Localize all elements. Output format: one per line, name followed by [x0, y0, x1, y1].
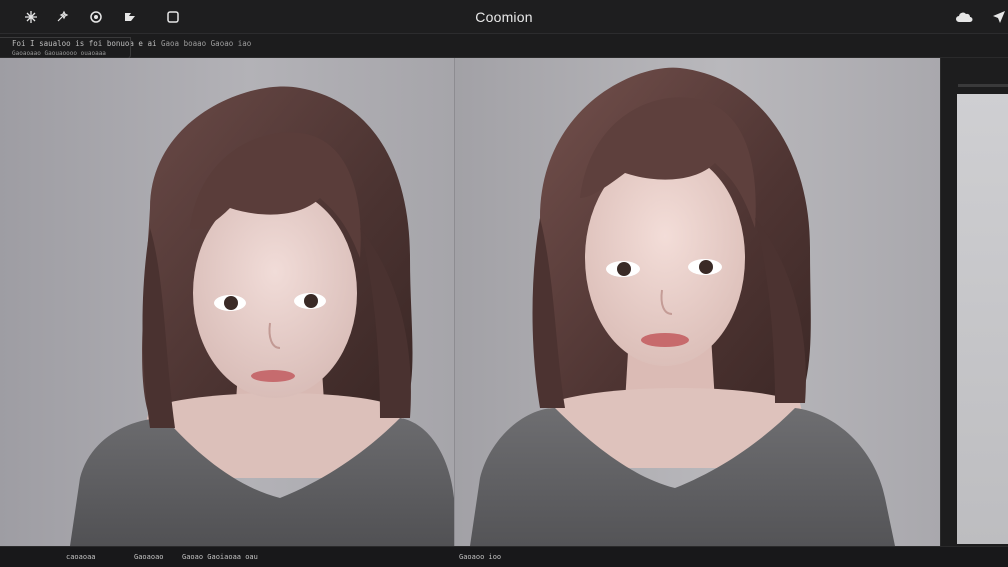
result-portrait-image — [470, 67, 895, 546]
source-image-panel[interactable] — [0, 58, 454, 546]
status-item-mid2[interactable]: Gaoao Gaoiaoaa oau — [182, 553, 258, 561]
result-image-panel[interactable] — [455, 58, 940, 546]
status-item-left[interactable]: caoaoaa — [66, 553, 96, 561]
sidebar-header-bar — [958, 84, 1008, 87]
toolbar-group-outline — [0, 37, 131, 59]
cloud-icon[interactable] — [955, 8, 973, 26]
status-item-right[interactable]: Gaoaoo ioo — [459, 553, 501, 561]
image-canvas[interactable] — [0, 58, 940, 546]
status-bar: caoaoaa Gaoaoao Gaoao Gaoiaoaa oau Gaoao… — [0, 546, 1008, 567]
options-toolbar: Foi I saualoo is foi bonuoa e ai Gaoaoaa… — [0, 34, 1008, 58]
status-item-mid1[interactable]: Gaoaoao — [134, 553, 164, 561]
title-bar: Coomion — [0, 0, 1008, 34]
source-portrait-image — [70, 86, 454, 546]
toolbar-mode-text[interactable]: Gaoa boaao Gaoao iao — [161, 39, 251, 48]
sidebar-preview-thumbnail[interactable] — [957, 94, 1008, 544]
app-title: Coomion — [475, 9, 533, 25]
send-icon[interactable] — [990, 8, 1008, 26]
